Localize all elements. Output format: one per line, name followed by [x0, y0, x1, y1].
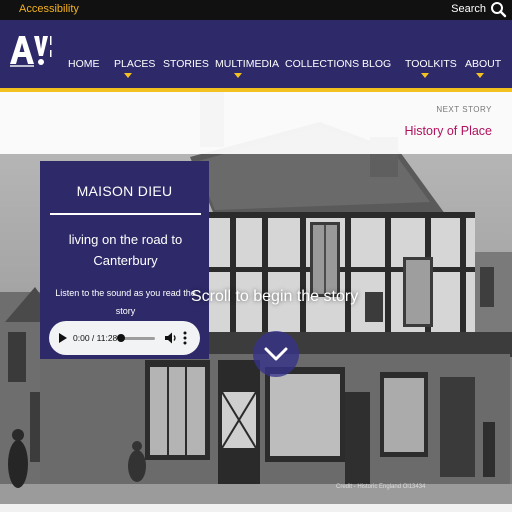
chevron-down-icon: [264, 347, 288, 361]
main-navigation: [0, 20, 512, 88]
nav-blog[interactable]: BLOG: [362, 58, 391, 70]
toolkits-dropdown-caret-icon[interactable]: [421, 73, 429, 78]
search-link[interactable]: Search: [451, 3, 486, 15]
next-story-panel: [0, 92, 512, 154]
accessibility-link[interactable]: Accessibility: [19, 3, 79, 15]
about-dropdown-caret-icon[interactable]: [476, 73, 484, 78]
site-logo[interactable]: [8, 32, 52, 70]
title-divider: [50, 213, 201, 215]
story-subtitle: living on the road to Canterbury: [68, 232, 183, 268]
story-title: MAISON DIEU: [76, 183, 173, 199]
scroll-prompt: Scroll to begin the story: [191, 288, 359, 305]
nav-toolkits[interactable]: TOOLKITS: [405, 58, 457, 70]
next-story-label: NEXT STORY: [436, 105, 492, 114]
image-credit: Credit - Historic England Ol13434: [336, 484, 426, 490]
more-options-icon[interactable]: [183, 331, 187, 345]
page-bottom-strip: [0, 504, 512, 512]
nav-collections[interactable]: COLLECTIONS: [285, 58, 359, 70]
next-story-link[interactable]: History of Place: [404, 124, 492, 138]
multimedia-dropdown-caret-icon[interactable]: [234, 73, 242, 78]
places-dropdown-caret-icon[interactable]: [124, 73, 132, 78]
nav-places[interactable]: PLACES: [114, 58, 155, 70]
nav-multimedia[interactable]: MULTIMEDIA: [215, 58, 279, 70]
audio-player: 0:00 / 11:28: [49, 321, 200, 355]
play-icon[interactable]: [59, 333, 67, 343]
nav-stories[interactable]: STORIES: [163, 58, 209, 70]
audio-instruction: Listen to the sound as you read the stor…: [55, 288, 196, 316]
search-icon[interactable]: [490, 1, 507, 18]
nav-about[interactable]: ABOUT: [465, 58, 501, 70]
nav-home[interactable]: HOME: [68, 58, 100, 70]
audio-seek-handle[interactable]: [117, 334, 125, 342]
volume-icon[interactable]: [164, 331, 178, 345]
top-utility-bar: Accessibility Search: [0, 0, 512, 20]
scroll-down-button[interactable]: [253, 331, 299, 377]
audio-time: 0:00 / 11:28: [73, 333, 118, 343]
